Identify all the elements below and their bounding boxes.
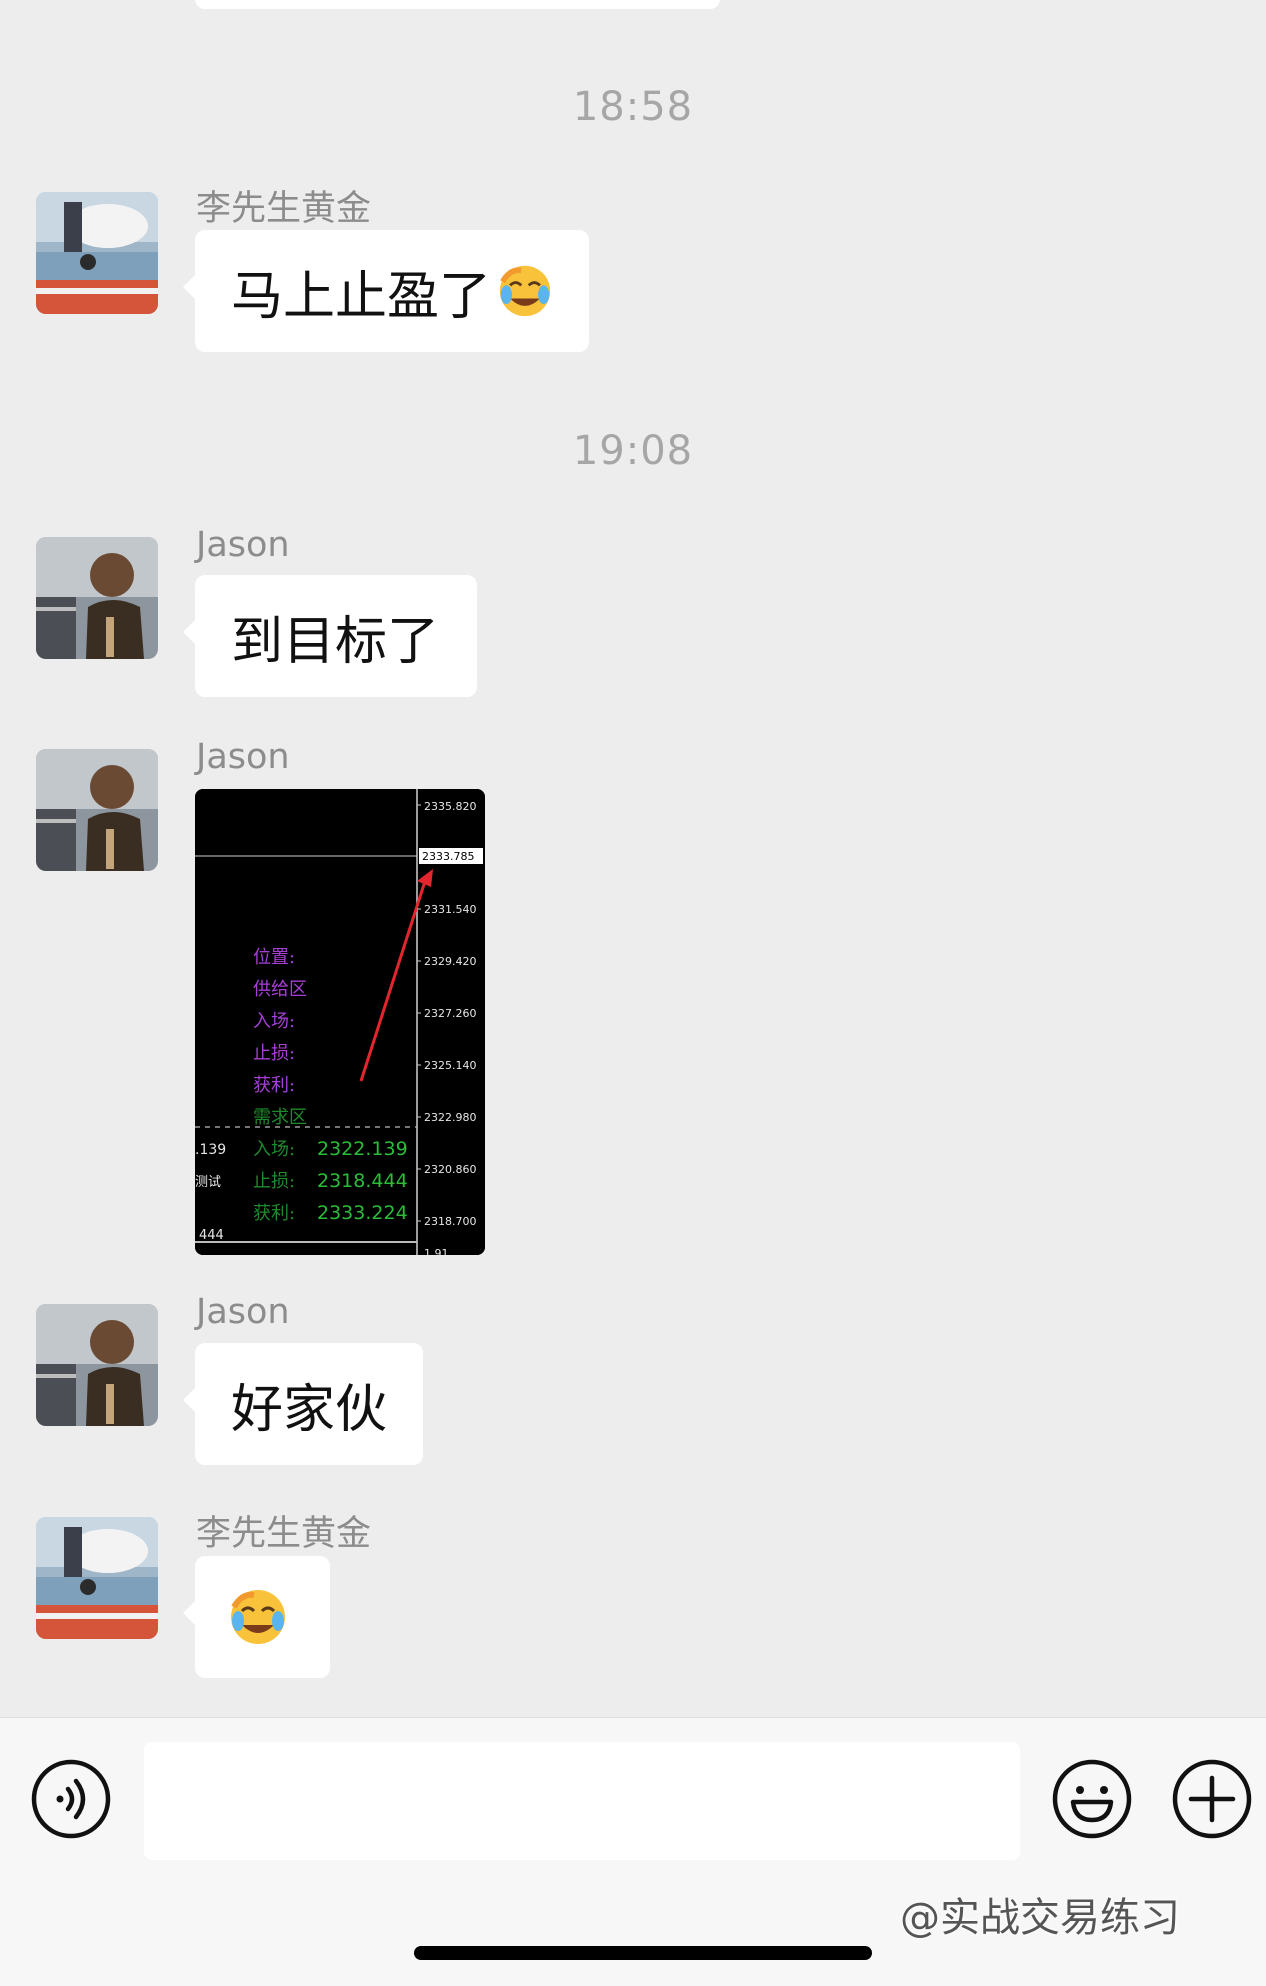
annotation-label: 入场: [253,1011,295,1032]
annotation-value: 2322.139 [317,1138,408,1160]
avatar-photo-icon [36,192,158,314]
avatar-photo-icon [36,1517,158,1639]
cropped-label: 444 [199,1228,224,1243]
avatar[interactable] [36,749,158,871]
avatar-photo-icon [36,749,158,871]
message-bubble[interactable]: 到目标了 [183,575,477,697]
avatar[interactable] [36,1517,158,1639]
avatar-photo-icon [36,537,158,659]
message-input[interactable] [144,1742,1020,1860]
price-tick-label: 2318.700 [424,1215,477,1228]
plus-icon [1172,1759,1252,1839]
home-indicator[interactable] [414,1946,872,1960]
trading-chart: 2333.785 2335.820 2331.540 2329.420 2327… [195,789,485,1255]
chart-screenshot-image[interactable]: 2333.785 2335.820 2331.540 2329.420 2327… [195,789,485,1255]
price-tick-label: 2335.820 [424,800,477,813]
crying-laughing-emoji-icon [499,265,551,317]
annotation-label: 位置: [253,947,295,968]
message-text: 好家伙 [231,1379,388,1440]
annotation-value: 2333.224 [317,1202,408,1224]
annotation-label: 需求区 [253,1107,307,1128]
avatar[interactable] [36,192,158,314]
emoji-button[interactable] [1051,1758,1133,1840]
annotation-label: 获利: [253,1203,295,1224]
sender-name: Jason [196,525,290,565]
avatar[interactable] [36,1304,158,1426]
message-bubble[interactable] [183,1556,330,1678]
avatar-photo-icon [36,1304,158,1426]
price-tick-label: 2320.860 [424,1163,477,1176]
message-bubble[interactable]: 马上止盈了 [183,230,589,352]
sender-name: 李先生黄金 [196,189,372,229]
sender-name: Jason [196,1292,290,1332]
crying-laughing-emoji-icon [231,1590,285,1644]
avatar[interactable] [36,537,158,659]
voice-icon [31,1759,111,1839]
sender-name: Jason [196,737,290,777]
watermark: @实战交易练习 [900,1895,1180,1941]
message-text: 马上止盈了 [231,266,492,327]
price-tick-label: 2329.420 [424,955,477,968]
price-tick-label: 1.91 [424,1247,449,1255]
annotation-value: 2318.444 [317,1170,408,1192]
timestamp: 19:08 [572,428,694,474]
annotation-label: 止损: [253,1171,295,1192]
message-text: 到目标了 [231,611,440,672]
timestamp: 18:58 [572,84,694,130]
annotation-label: 止损: [253,1043,295,1064]
message-bubble[interactable]: 好家伙 [183,1343,423,1465]
price-tick-label: 2322.980 [424,1111,477,1124]
annotation-label: 供给区 [253,979,307,1000]
sender-name: 李先生黄金 [196,1514,372,1554]
price-tick-label: 2325.140 [424,1059,477,1072]
emoji-icon [1052,1759,1132,1839]
annotation-label: 入场: [253,1139,295,1160]
previous-message-bubble[interactable] [195,0,720,9]
annotation-label: 获利: [253,1075,295,1096]
price-tick-label: 2327.260 [424,1007,477,1020]
plus-button[interactable] [1171,1758,1253,1840]
price-tick-label: 2331.540 [424,903,477,916]
current-price-label: 2333.785 [422,850,475,863]
voice-button[interactable] [30,1758,112,1840]
chat-screen: 18:58 李先生黄金 马上止盈了 19:08 Jason 到目标了 Jason… [0,0,1266,1986]
cropped-label: 测试 [195,1175,221,1190]
cropped-label: .139 [195,1142,226,1158]
